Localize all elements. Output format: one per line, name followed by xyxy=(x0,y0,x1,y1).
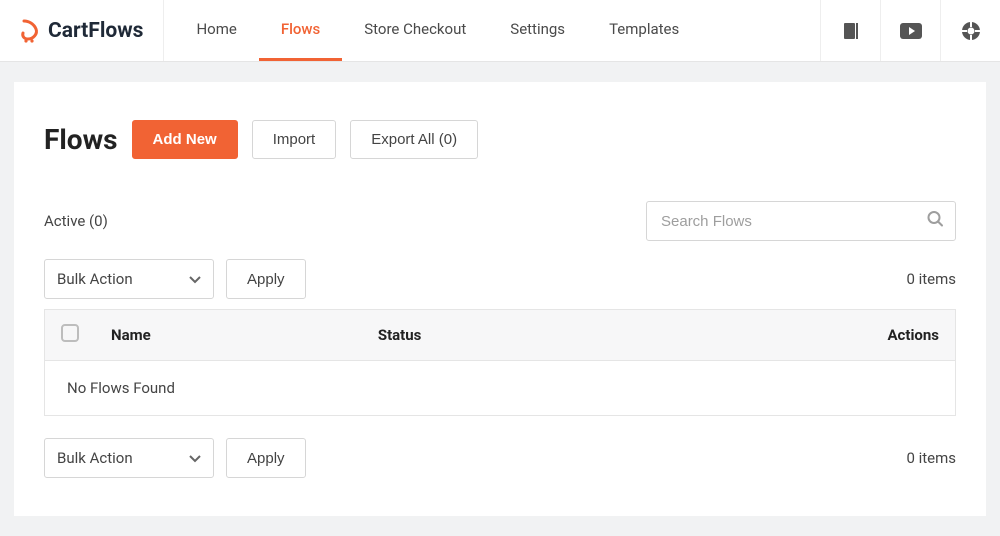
nav-store-checkout-label: Store Checkout xyxy=(364,20,466,38)
col-status[interactable]: Status xyxy=(362,310,643,361)
table-row-empty: No Flows Found xyxy=(45,361,956,416)
page-title: Flows xyxy=(44,123,118,156)
nav-templates[interactable]: Templates xyxy=(587,0,701,61)
bulk-action-select-top[interactable]: Bulk Action xyxy=(44,259,214,299)
docs-icon[interactable] xyxy=(820,0,880,61)
nav-flows-label: Flows xyxy=(281,20,320,38)
flows-card: Flows Add New Import Export All (0) Acti… xyxy=(14,82,986,516)
brand-name: CartFlows xyxy=(48,19,143,43)
bulk-row-bottom: Bulk Action Apply 0 items xyxy=(44,438,956,478)
table-header-row: Name Status Actions xyxy=(45,310,956,361)
apply-button-bottom[interactable]: Apply xyxy=(226,438,306,478)
filter-active[interactable]: Active (0) xyxy=(44,212,108,230)
page-header: Flows Add New Import Export All (0) xyxy=(44,120,956,159)
bulk-action-label: Bulk Action xyxy=(57,449,133,467)
nav-settings-label: Settings xyxy=(510,20,565,38)
search-wrap xyxy=(646,201,956,241)
bulk-row-top: Bulk Action Apply 0 items xyxy=(44,259,956,299)
nav-settings[interactable]: Settings xyxy=(488,0,587,61)
col-checkbox xyxy=(45,310,96,361)
topbar: CartFlows Home Flows Store Checkout Sett… xyxy=(0,0,1000,62)
items-count-bottom: 0 items xyxy=(906,449,956,467)
nav-home-label: Home xyxy=(196,20,236,38)
nav-home[interactable]: Home xyxy=(174,0,258,61)
add-new-button[interactable]: Add New xyxy=(132,120,238,159)
flows-table: Name Status Actions No Flows Found xyxy=(44,309,956,416)
apply-button-top[interactable]: Apply xyxy=(226,259,306,299)
chevron-down-icon xyxy=(189,449,201,467)
bulk-action-label: Bulk Action xyxy=(57,270,133,288)
main-nav: Home Flows Store Checkout Settings Templ… xyxy=(164,0,820,61)
items-count-top: 0 items xyxy=(906,270,956,288)
nav-flows[interactable]: Flows xyxy=(259,0,342,61)
page-body: Flows Add New Import Export All (0) Acti… xyxy=(0,62,1000,536)
select-all-checkbox[interactable] xyxy=(61,324,79,342)
nav-store-checkout[interactable]: Store Checkout xyxy=(342,0,488,61)
empty-message: No Flows Found xyxy=(45,361,956,416)
help-icon[interactable] xyxy=(940,0,1000,61)
chevron-down-icon xyxy=(189,270,201,288)
search-input[interactable] xyxy=(646,201,956,241)
export-all-button[interactable]: Export All (0) xyxy=(350,120,478,159)
brand-logo[interactable]: CartFlows xyxy=(0,0,164,61)
col-name[interactable]: Name xyxy=(95,310,362,361)
nav-templates-label: Templates xyxy=(609,20,679,38)
topbar-actions xyxy=(820,0,1000,61)
filter-row: Active (0) xyxy=(44,201,956,241)
youtube-icon[interactable] xyxy=(880,0,940,61)
import-button[interactable]: Import xyxy=(252,120,337,159)
cartflows-logo-icon xyxy=(18,19,42,43)
bulk-action-select-bottom[interactable]: Bulk Action xyxy=(44,438,214,478)
col-actions: Actions xyxy=(643,310,956,361)
